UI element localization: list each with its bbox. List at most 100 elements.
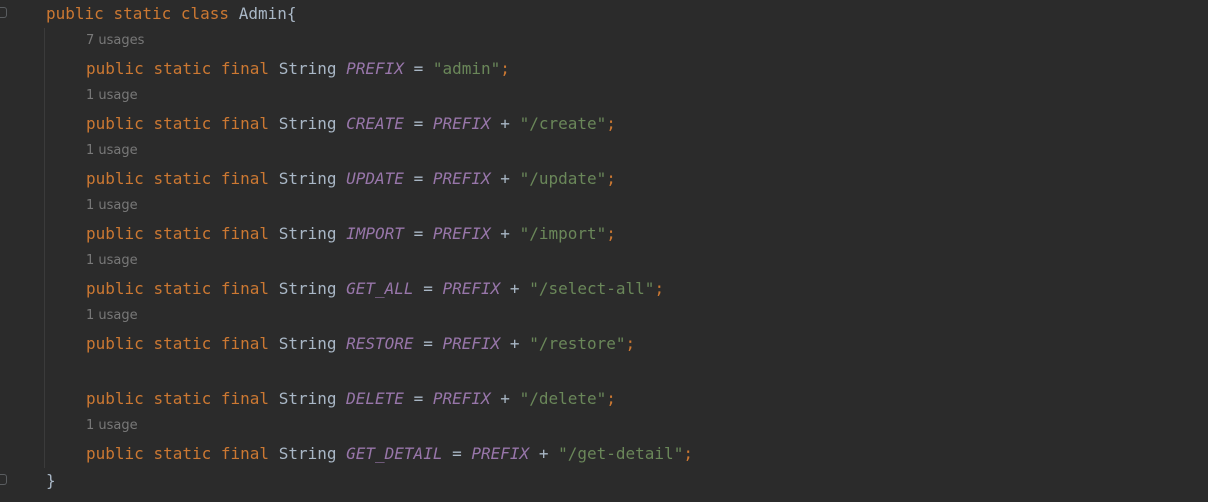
keyword: public — [86, 334, 144, 353]
indent-guide — [44, 28, 45, 468]
keyword: final — [220, 59, 270, 78]
constant-name: DELETE — [346, 389, 404, 408]
usage-hint[interactable]: 1 usage — [86, 308, 138, 324]
semicolon: ; — [683, 444, 693, 463]
keyword: public — [86, 279, 144, 298]
constant-reference: PREFIX — [432, 224, 491, 243]
constant-name: PREFIX — [346, 59, 404, 78]
keyword: public — [86, 114, 144, 133]
keyword: public — [86, 444, 144, 463]
operator: = — [452, 444, 462, 463]
type-name: String — [278, 59, 337, 78]
semicolon: ; — [500, 59, 510, 78]
type-name: String — [278, 114, 337, 133]
usage-hint[interactable]: 1 usage — [86, 143, 138, 159]
type-name: String — [278, 389, 337, 408]
operator: = — [413, 59, 424, 78]
usage-hint[interactable]: 1 usage — [86, 88, 138, 104]
usage-hint[interactable]: 1 usage — [86, 198, 138, 214]
keyword: final — [220, 224, 270, 243]
type-name: String — [278, 169, 337, 188]
keyword: final — [220, 279, 270, 298]
keyword: final — [220, 114, 270, 133]
operator: + — [509, 279, 520, 298]
constant-reference: PREFIX — [432, 114, 491, 133]
constant-name: GET_DETAIL — [346, 444, 443, 463]
keyword: static — [153, 169, 212, 188]
string-literal: "/delete" — [519, 389, 607, 408]
fold-marker-icon[interactable] — [0, 7, 7, 18]
keyword: static — [113, 4, 172, 23]
close-brace: } — [46, 471, 56, 490]
constant-reference: PREFIX — [432, 169, 491, 188]
keyword: final — [220, 444, 270, 463]
keyword: public — [86, 389, 144, 408]
operator: + — [500, 169, 510, 188]
operator: = — [413, 389, 424, 408]
constant-reference: PREFIX — [442, 279, 501, 298]
semicolon: ; — [625, 334, 636, 353]
open-brace: { — [286, 4, 297, 23]
code-line-class-declaration[interactable]: public static class Admin{ — [46, 3, 297, 25]
fold-marker-icon[interactable] — [0, 474, 7, 485]
code-editor[interactable]: public static class Admin{ 7 usages publ… — [0, 0, 1208, 502]
keyword: static — [153, 114, 212, 133]
code-line-field[interactable]: public static final String GET_DETAIL = … — [86, 443, 693, 465]
keyword: static — [153, 444, 212, 463]
keyword: static — [153, 224, 212, 243]
code-line-field[interactable]: public static final String DELETE = PREF… — [86, 388, 616, 410]
code-line-field[interactable]: public static final String RESTORE = PRE… — [86, 333, 635, 355]
type-name: String — [278, 444, 337, 463]
keyword: public — [46, 4, 104, 23]
semicolon: ; — [606, 114, 616, 133]
code-line-field[interactable]: public static final String GET_ALL = PRE… — [86, 278, 664, 300]
code-line-field[interactable]: public static final String CREATE = PREF… — [86, 113, 616, 135]
operator: + — [500, 224, 510, 243]
constant-name: RESTORE — [346, 334, 414, 353]
keyword: final — [220, 389, 270, 408]
semicolon: ; — [606, 224, 616, 243]
operator: + — [500, 114, 510, 133]
semicolon: ; — [606, 389, 616, 408]
operator: + — [509, 334, 520, 353]
string-literal: "/restore" — [529, 334, 626, 353]
keyword: public — [86, 169, 144, 188]
string-literal: "/import" — [519, 224, 607, 243]
operator: = — [423, 334, 433, 353]
type-name: String — [278, 224, 337, 243]
operator: = — [423, 279, 433, 298]
editor-gutter — [0, 0, 18, 502]
constant-name: UPDATE — [346, 169, 404, 188]
class-name: Admin — [238, 4, 287, 23]
usage-hint[interactable]: 1 usage — [86, 253, 138, 269]
constant-reference: PREFIX — [442, 334, 501, 353]
code-line-field[interactable]: public static final String UPDATE = PREF… — [86, 168, 616, 190]
operator: = — [413, 224, 424, 243]
keyword: static — [153, 389, 212, 408]
constant-reference: PREFIX — [432, 389, 491, 408]
keyword: static — [153, 334, 212, 353]
keyword: static — [153, 59, 212, 78]
code-line-field[interactable]: public static final String PREFIX = "adm… — [86, 58, 510, 80]
keyword: final — [220, 334, 270, 353]
constant-name: CREATE — [346, 114, 404, 133]
usage-hint[interactable]: 7 usages — [86, 33, 144, 49]
usage-hint[interactable]: 1 usage — [86, 418, 138, 434]
operator: + — [538, 444, 549, 463]
operator: = — [413, 114, 424, 133]
string-literal: "/update" — [519, 169, 607, 188]
keyword: class — [180, 4, 230, 23]
code-line-close-brace[interactable]: } — [46, 470, 56, 492]
operator: = — [413, 169, 424, 188]
keyword: public — [86, 59, 144, 78]
constant-name: IMPORT — [346, 224, 404, 243]
semicolon: ; — [654, 279, 665, 298]
string-literal: "/create" — [519, 114, 607, 133]
string-literal: "admin" — [432, 59, 501, 78]
keyword: final — [220, 169, 270, 188]
constant-reference: PREFIX — [471, 444, 530, 463]
string-literal: "/get-detail" — [558, 444, 684, 463]
type-name: String — [278, 334, 337, 353]
code-line-field[interactable]: public static final String IMPORT = PREF… — [86, 223, 616, 245]
operator: + — [500, 389, 510, 408]
